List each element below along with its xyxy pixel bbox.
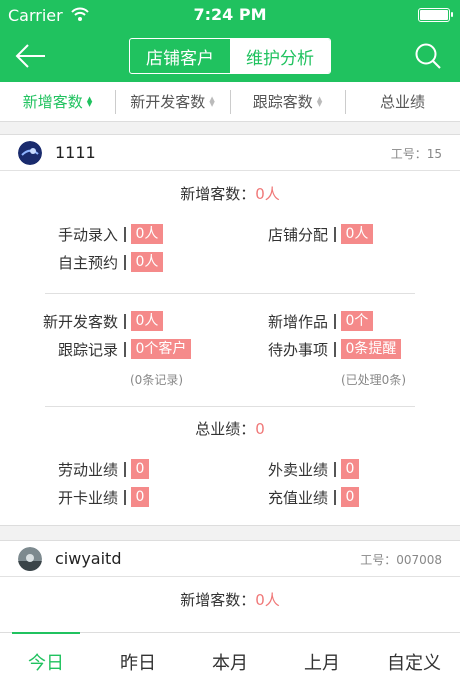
stat-card-open: 开卡业绩 0 (30, 487, 150, 507)
stat-label: 开卡业绩 (57, 488, 118, 507)
back-arrow-icon[interactable] (14, 42, 48, 70)
stat-label: 手动录入 (57, 225, 118, 244)
new-customers-summary: 新增客数：0人 (0, 183, 460, 204)
new-customers-summary: 新增客数：0人 (0, 589, 460, 610)
filter-label: 新增客数 (22, 93, 83, 111)
stat-value: 0 (340, 487, 360, 507)
todo-processed-count: (已处理0条) (341, 373, 406, 387)
stat-label: 劳动业绩 (57, 460, 118, 479)
status-bar: Carrier 7:24 PM (0, 0, 460, 30)
employee-name: 1111 (55, 143, 96, 162)
stat-value: 0 (340, 459, 360, 479)
stat-label: 新开发客数 (42, 312, 118, 331)
filter-new-dev-customers[interactable]: 新开发客数 ▲ ▼ (115, 82, 230, 121)
sort-icon: ▲ ▼ (316, 94, 323, 108)
total-performance-summary: 总业绩：0 (0, 418, 460, 439)
tab-yesterday[interactable]: 昨日 (92, 633, 184, 690)
employee-name: ciwyaitd (55, 549, 122, 568)
stat-manual-entry: 手动录入 0人 (30, 224, 164, 244)
stat-value: 0人 (130, 311, 164, 331)
employee-card: ciwyaitd 工号：007008 新增客数：0人 (0, 540, 460, 640)
filter-tracking-customers[interactable]: 跟踪客数 ▲ ▼ (230, 82, 345, 121)
filter-bar: 新增客数 ▲ ▼ 新开发客数 ▲ ▼ 跟踪客数 ▲ ▼ 总业绩 (0, 82, 460, 122)
search-icon[interactable] (414, 42, 442, 70)
stat-value: 0个客户 (130, 339, 192, 359)
filter-label: 总业绩 (379, 93, 425, 111)
sort-icon: ▲ ▼ (86, 94, 93, 108)
tab-last-month[interactable]: 上月 (276, 633, 368, 690)
stat-label: 待办事项 (267, 340, 328, 359)
stat-label: 充值业绩 (267, 488, 328, 507)
card-header[interactable]: 1111 工号：15 (0, 135, 460, 171)
segmented-control: 店铺客户 维护分析 (129, 38, 331, 74)
status-time: 7:24 PM (193, 5, 267, 24)
stat-value: 0人 (130, 224, 164, 244)
total-performance-label: 总业绩： (195, 420, 256, 438)
stat-new-dev: 新开发客数 0人 (30, 311, 164, 331)
segment-maintenance-analysis[interactable]: 维护分析 (230, 39, 330, 73)
filter-label: 新开发客数 (130, 93, 206, 111)
stat-value: 0 (130, 487, 150, 507)
stat-recharge: 充值业绩 0 (240, 487, 360, 507)
stat-value: 0条提醒 (340, 339, 402, 359)
stat-label: 外卖业绩 (267, 460, 328, 479)
stat-value: 0 (130, 459, 150, 479)
sort-icon: ▲ ▼ (209, 94, 215, 108)
divider (45, 406, 415, 407)
stat-takeout: 外卖业绩 0 (240, 459, 360, 479)
avatar (18, 547, 42, 571)
stat-label: 新增作品 (267, 312, 328, 331)
stat-label: 店铺分配 (267, 225, 328, 244)
tab-today[interactable]: 今日 (0, 632, 92, 690)
segment-store-customers[interactable]: 店铺客户 (130, 39, 230, 73)
stat-self-booking: 自主预约 0人 (30, 252, 164, 272)
date-range-tab-bar: 今日 昨日 本月 上月 自定义 (0, 632, 460, 690)
filter-label: 跟踪客数 (252, 93, 313, 111)
stat-tracking[interactable]: 跟踪记录 0个客户 (30, 339, 192, 359)
new-customers-label: 新增客数： (180, 591, 256, 609)
stat-todo[interactable]: 待办事项 0条提醒 (240, 339, 402, 359)
employee-id: 工号：15 (390, 147, 442, 161)
stat-label: 跟踪记录 (57, 340, 118, 359)
battery-icon (418, 8, 453, 22)
stat-new-works: 新增作品 0个 (240, 311, 374, 331)
employee-id: 工号：007008 (360, 553, 442, 567)
stat-value: 0个 (340, 311, 374, 331)
new-customers-value: 0人 (255, 591, 280, 609)
divider (45, 293, 415, 294)
tab-custom[interactable]: 自定义 (368, 633, 460, 690)
stat-label: 自主预约 (57, 253, 118, 272)
card-header[interactable]: ciwyaitd 工号：007008 (0, 541, 460, 577)
employee-card: 1111 工号：15 新增客数：0人 手动录入 0人 店铺分配 0人 自主预约 0人 … (0, 134, 460, 526)
stat-labor: 劳动业绩 0 (30, 459, 150, 479)
stat-value: 0人 (130, 252, 164, 272)
new-customers-label: 新增客数： (180, 185, 256, 203)
avatar (18, 141, 42, 165)
tracking-record-count: (0条记录) (130, 373, 183, 387)
tab-this-month[interactable]: 本月 (184, 633, 276, 690)
filter-new-customers[interactable]: 新增客数 ▲ ▼ (0, 82, 115, 121)
nav-bar: 店铺客户 维护分析 (0, 30, 460, 82)
stat-store-assign: 店铺分配 0人 (240, 224, 374, 244)
new-customers-value: 0人 (255, 185, 280, 203)
stat-value: 0人 (340, 224, 374, 244)
filter-total-performance[interactable]: 总业绩 (345, 82, 460, 121)
total-performance-value: 0 (255, 420, 265, 438)
